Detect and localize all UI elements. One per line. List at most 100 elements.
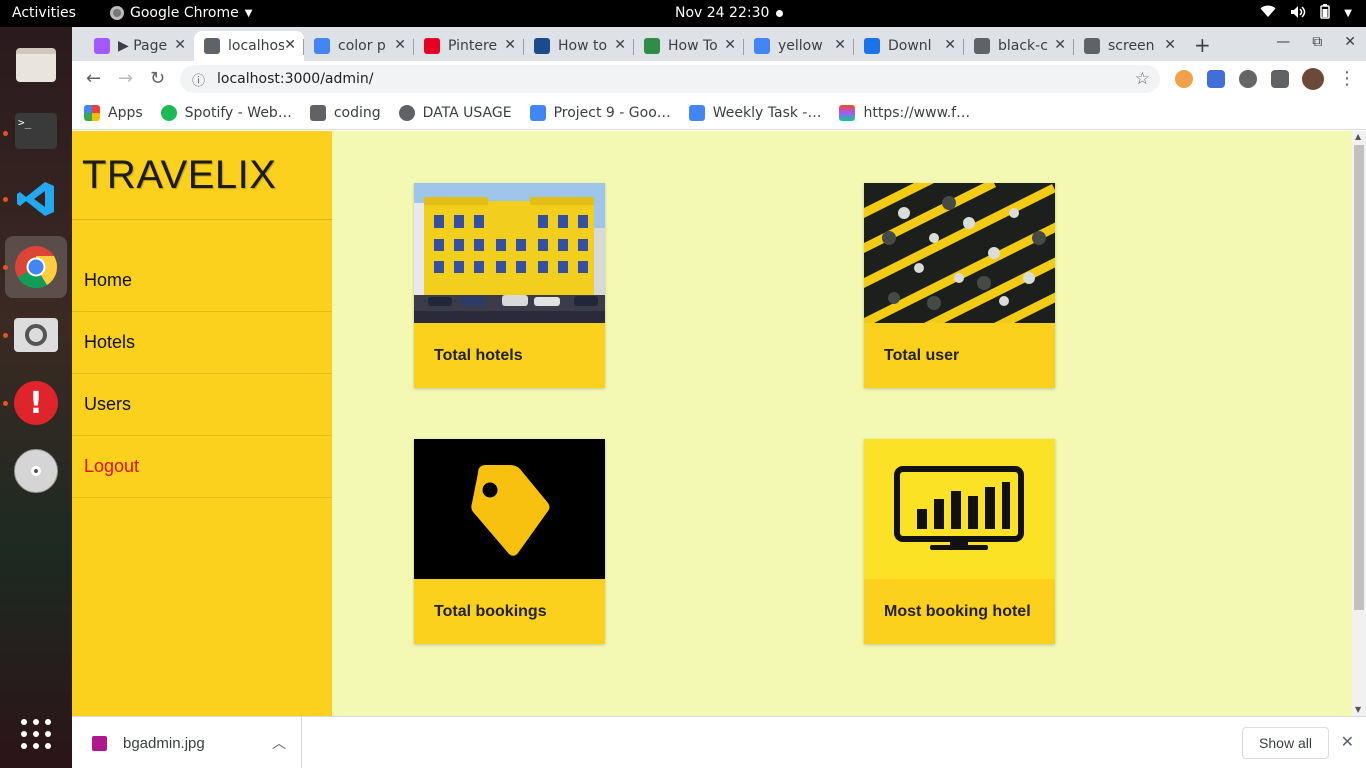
close-tab-icon[interactable]: ✕ [504, 37, 516, 53]
bookmark-item[interactable]: Apps [84, 105, 143, 121]
browser-window: ▶ Page✕localhost✕color p✕Pintere✕How to✕… [72, 27, 1366, 768]
maximize-icon[interactable]: ⧉ [1312, 34, 1322, 50]
software-updater-icon[interactable]: ! [12, 379, 60, 427]
extension-blue-icon[interactable] [1207, 70, 1225, 88]
tab-label: black-c [998, 38, 1048, 54]
clock[interactable]: Nov 24 22:30 [675, 5, 769, 21]
close-window-icon[interactable]: ✕ [1344, 34, 1356, 50]
browser-tab[interactable]: How to ✕ [524, 31, 634, 61]
browser-tab[interactable]: localhost✕ [194, 31, 304, 61]
download-item[interactable]: bgadmin.jpg ︿ [72, 717, 302, 768]
back-icon[interactable]: ← [86, 68, 101, 89]
browser-tab[interactable]: ▶ Page ✕ [84, 31, 194, 61]
bookmark-item[interactable]: https://www.f… [839, 105, 970, 121]
scroll-down-arrow-icon[interactable]: ▼ [1355, 705, 1361, 714]
disc-icon[interactable] [12, 447, 60, 495]
notification-dot [776, 10, 783, 17]
volume-icon [1290, 5, 1306, 23]
extensions-puzzle-icon[interactable] [1271, 70, 1289, 88]
pinterest-icon [424, 38, 440, 54]
bookmark-item[interactable]: DATA USAGE [398, 105, 512, 121]
sidebar-item-home[interactable]: Home [72, 250, 332, 312]
browser-tab[interactable]: color p ✕ [304, 31, 414, 61]
chrome-icon[interactable] [5, 236, 67, 298]
system-top-bar: Activities Google Chrome ▼ Nov 24 22:30 … [0, 0, 1366, 27]
bookmark-item[interactable]: Weekly Task -… [688, 105, 822, 121]
chevron-up-icon[interactable]: ︿ [272, 733, 286, 753]
bookmark-item[interactable]: coding [309, 105, 381, 121]
card-title: Total user [884, 346, 960, 364]
close-tab-icon[interactable]: ✕ [724, 37, 736, 53]
activities-button[interactable]: Activities [12, 5, 76, 21]
running-indicator [3, 131, 8, 136]
terminal-icon[interactable]: >_ [12, 107, 60, 155]
tab-separator [303, 39, 304, 55]
bookmarks-bar: Apps Spotify - Web… coding DATA USAGE Projec… [72, 97, 1366, 130]
brand-logo[interactable]: TRAVELIX [72, 131, 332, 220]
sidebar-item-hotels[interactable]: Hotels [72, 312, 332, 374]
total-bookings-card[interactable]: Total bookings [414, 439, 605, 644]
total-hotels-card[interactable]: Total hotels [414, 183, 605, 388]
bookmark-star-icon[interactable]: ☆ [1135, 69, 1150, 89]
google-icon [314, 38, 330, 54]
tab-label: screen [1108, 38, 1155, 54]
figma-icon [839, 105, 856, 121]
tab-separator [963, 39, 964, 55]
page-viewport: TRAVELIX Home Hotels Users Logout Total … [72, 131, 1366, 716]
bookmark-item[interactable]: Spotify - Web… [160, 105, 292, 121]
bookmark-item[interactable]: Project 9 - Goo… [529, 105, 671, 121]
new-tab-button[interactable]: + [1194, 33, 1211, 57]
browser-tab[interactable]: screen ✕ [1074, 31, 1184, 61]
close-download-shelf-icon[interactable]: ✕ [1341, 732, 1354, 752]
vscode-icon[interactable] [12, 175, 60, 223]
close-tab-icon[interactable]: ✕ [394, 37, 406, 53]
reload-icon[interactable]: ↻ [150, 68, 165, 89]
google-icon [754, 38, 770, 54]
forward-icon[interactable]: → [118, 68, 133, 89]
globe-icon [1084, 38, 1100, 54]
close-tab-icon[interactable]: ✕ [834, 37, 846, 53]
card-title: Total hotels [434, 346, 523, 364]
total-user-card[interactable]: Total user [864, 183, 1055, 388]
files-icon[interactable] [12, 41, 60, 89]
close-tab-icon[interactable]: ✕ [944, 37, 956, 53]
site-info-icon[interactable]: ⓘ [192, 70, 205, 89]
system-tray[interactable]: ▼ [1260, 4, 1352, 23]
close-tab-icon[interactable]: ✕ [1054, 37, 1066, 53]
sidebar-item-users[interactable]: Users [72, 374, 332, 436]
address-bar[interactable]: ⓘ localhost:3000/admin/ ☆ [180, 65, 1160, 93]
sidebar-nav: Home Hotels Users Logout [72, 250, 332, 498]
app-grid-icon[interactable] [12, 710, 60, 758]
wifi-icon [1260, 5, 1276, 22]
download-shelf: bgadmin.jpg ︿ Show all ✕ [72, 716, 1366, 768]
close-tab-icon[interactable]: ✕ [1164, 37, 1176, 53]
close-tab-icon[interactable]: ✕ [174, 37, 186, 53]
bookmark-label: Weekly Task -… [712, 105, 822, 121]
system-menu-caret-icon: ▼ [1344, 8, 1352, 19]
extension-eye-icon[interactable] [1239, 70, 1257, 88]
browser-tab[interactable]: How To ✕ [634, 31, 744, 61]
admin-sidebar: TRAVELIX Home Hotels Users Logout [72, 131, 332, 716]
tab-separator [523, 39, 524, 55]
scrollbar-thumb[interactable] [1354, 145, 1364, 610]
page-scrollbar[interactable]: ▲ ▼ [1352, 131, 1366, 716]
minimize-icon[interactable]: — [1276, 34, 1290, 50]
most-booking-hotel-card[interactable]: Most booking hotel [864, 439, 1055, 644]
menu-kebab-icon[interactable]: ⋮ [1338, 68, 1356, 89]
browser-tab[interactable]: black-c ✕ [964, 31, 1074, 61]
browser-tab[interactable]: yellow ✕ [744, 31, 854, 61]
close-tab-icon[interactable]: ✕ [614, 37, 626, 53]
app-menu[interactable]: Google Chrome ▼ [110, 5, 252, 21]
image-viewer-icon[interactable] [12, 311, 60, 359]
browser-tab[interactable]: Downl ✕ [854, 31, 964, 61]
profile-avatar[interactable] [1302, 68, 1324, 90]
scroll-up-arrow-icon[interactable]: ▲ [1355, 132, 1361, 141]
tab-separator [413, 39, 414, 55]
e-icon [534, 38, 550, 54]
spotify-icon [160, 105, 177, 121]
sidebar-item-logout[interactable]: Logout [72, 436, 332, 498]
show-all-button[interactable]: Show all [1242, 727, 1329, 759]
browser-tab[interactable]: Pintere ✕ [414, 31, 524, 61]
close-tab-icon[interactable]: ✕ [284, 37, 296, 53]
extension-orange-icon[interactable] [1175, 70, 1193, 88]
